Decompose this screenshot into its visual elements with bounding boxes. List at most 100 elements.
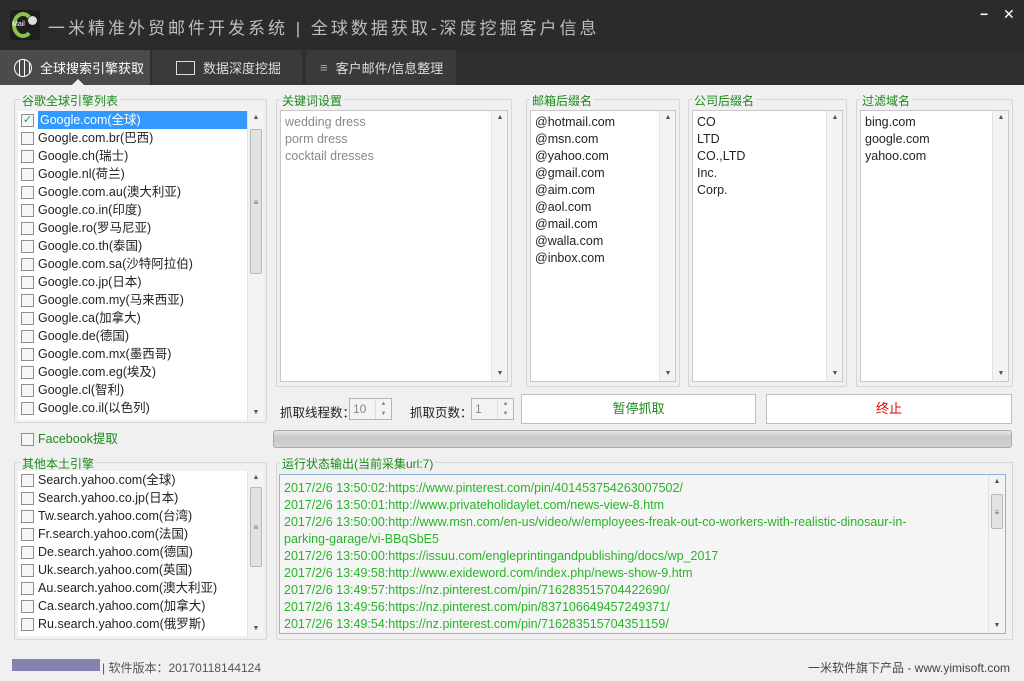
- list-item[interactable]: Ru.search.yahoo.com(俄罗斯): [18, 615, 263, 633]
- checkbox[interactable]: [21, 599, 34, 613]
- list-item[interactable]: @aim.com: [531, 182, 675, 199]
- list-item[interactable]: Tw.search.yahoo.com(台湾): [18, 507, 263, 525]
- tab-global-search[interactable]: 全球搜索引擎获取: [0, 50, 150, 85]
- checkbox[interactable]: [21, 383, 34, 397]
- list-item[interactable]: Uk.search.yahoo.com(英国): [18, 561, 263, 579]
- stop-button[interactable]: 终止: [766, 394, 1012, 424]
- company-suffix-list[interactable]: CO LTD CO.,LTD Inc. Corp. ▲ ▼: [692, 110, 843, 382]
- tab-deep-mining[interactable]: 数据深度挖掘: [152, 50, 302, 85]
- list-item[interactable]: @gmail.com: [531, 165, 675, 182]
- minimize-button[interactable]: −: [980, 6, 988, 22]
- list-item[interactable]: @mail.com: [531, 216, 675, 233]
- list-item[interactable]: @inbox.com: [531, 250, 675, 267]
- checkbox[interactable]: [21, 221, 34, 235]
- list-item[interactable]: Google.co.th(泰国): [18, 237, 263, 255]
- list-item[interactable]: Google.co.jp(日本): [18, 273, 263, 291]
- list-item[interactable]: Inc.: [693, 165, 842, 182]
- checkbox[interactable]: [21, 149, 34, 163]
- checkbox[interactable]: [21, 365, 34, 379]
- checkbox[interactable]: [21, 527, 34, 541]
- list-item[interactable]: bing.com: [861, 114, 1008, 131]
- list-item[interactable]: CO.,LTD: [693, 148, 842, 165]
- list-item-label: Google.com.au(澳大利亚): [38, 185, 182, 199]
- list-item-label: Au.search.yahoo.com(澳大利亚): [38, 581, 218, 595]
- list-item[interactable]: wedding dress: [281, 114, 507, 131]
- list-item[interactable]: Google.co.il(以色列): [18, 399, 263, 417]
- list-item[interactable]: google.com: [861, 131, 1008, 148]
- close-button[interactable]: ✕: [1003, 6, 1015, 23]
- checkbox[interactable]: [21, 167, 34, 181]
- list-item[interactable]: yahoo.com: [861, 148, 1008, 165]
- list-item[interactable]: Google.nl(荷兰): [18, 165, 263, 183]
- list-item[interactable]: Au.search.yahoo.com(澳大利亚): [18, 579, 263, 597]
- list-item[interactable]: @walla.com: [531, 233, 675, 250]
- list-item[interactable]: CO: [693, 114, 842, 131]
- checkbox[interactable]: [21, 293, 34, 307]
- facebook-checkbox[interactable]: Facebook提取: [18, 430, 118, 448]
- list-item[interactable]: Google.de(德国): [18, 327, 263, 345]
- scrollbar[interactable]: ▲ ▼: [659, 111, 675, 381]
- list-item[interactable]: Google.com.au(澳大利亚): [18, 183, 263, 201]
- list-item[interactable]: ✓ Google.com(全球): [18, 111, 263, 129]
- checkbox[interactable]: [21, 311, 34, 325]
- checkbox[interactable]: [21, 581, 34, 595]
- email-suffix-list[interactable]: @hotmail.com @msn.com @yahoo.com @gmail.com…: [530, 110, 676, 382]
- list-item[interactable]: @hotmail.com: [531, 114, 675, 131]
- checkbox[interactable]: [21, 329, 34, 343]
- list-item[interactable]: Google.com.br(巴西): [18, 129, 263, 147]
- checkbox[interactable]: [21, 347, 34, 361]
- list-item[interactable]: porm dress: [281, 131, 507, 148]
- checkbox[interactable]: [21, 185, 34, 199]
- scrollbar[interactable]: ▲ ≡ ▼: [988, 475, 1005, 633]
- checkbox[interactable]: [21, 473, 34, 487]
- list-item[interactable]: @yahoo.com: [531, 148, 675, 165]
- list-item[interactable]: Search.yahoo.co.jp(日本): [18, 489, 263, 507]
- checkbox[interactable]: [21, 617, 34, 631]
- checkbox[interactable]: [21, 203, 34, 217]
- checkbox[interactable]: [21, 131, 34, 145]
- list-item[interactable]: @aol.com: [531, 199, 675, 216]
- scrollbar[interactable]: ▲ ≡ ▼: [247, 111, 263, 420]
- checkbox[interactable]: [21, 509, 34, 523]
- log-output[interactable]: 2017/2/6 13:50:02:https://www.pinterest.…: [279, 474, 1006, 634]
- checkbox[interactable]: [21, 257, 34, 271]
- checkbox[interactable]: [21, 491, 34, 505]
- list-item[interactable]: Google.ro(罗马尼亚): [18, 219, 263, 237]
- log-title: 运行状态输出(当前采集url:7): [280, 455, 436, 472]
- tab-email-organize[interactable]: ≡ 客户邮件/信息整理: [306, 50, 456, 85]
- scrollbar[interactable]: ▲ ▼: [992, 111, 1008, 381]
- list-item-label: Google.nl(荷兰): [38, 167, 125, 181]
- list-item[interactable]: Ca.search.yahoo.com(加拿大): [18, 597, 263, 615]
- list-item[interactable]: Google.com.mx(墨西哥): [18, 345, 263, 363]
- checkbox[interactable]: ✓: [21, 113, 34, 127]
- threads-stepper[interactable]: 10 ▲ ▼: [349, 398, 392, 420]
- checkbox[interactable]: [21, 275, 34, 289]
- list-item[interactable]: Google.cl(智利): [18, 381, 263, 399]
- list-item[interactable]: Fr.search.yahoo.com(法国): [18, 525, 263, 543]
- brand-link[interactable]: 一米软件旗下产品 - www.yimisoft.com: [808, 659, 1010, 676]
- checkbox[interactable]: [21, 432, 34, 446]
- filter-domain-list[interactable]: bing.com google.com yahoo.com ▲ ▼: [860, 110, 1009, 382]
- list-item[interactable]: Google.ch(瑞士): [18, 147, 263, 165]
- scrollbar[interactable]: ▲ ≡ ▼: [247, 471, 263, 636]
- list-item[interactable]: Google.co.in(印度): [18, 201, 263, 219]
- list-item[interactable]: Google.com.my(马来西亚): [18, 291, 263, 309]
- list-item[interactable]: Google.com.sa(沙特阿拉伯): [18, 255, 263, 273]
- list-item[interactable]: LTD: [693, 131, 842, 148]
- list-item[interactable]: @msn.com: [531, 131, 675, 148]
- keywords-list[interactable]: wedding dress porm dress cocktail dresses ▲…: [280, 110, 508, 382]
- list-item[interactable]: Google.ca(加拿大): [18, 309, 263, 327]
- scrollbar[interactable]: ▲ ▼: [826, 111, 842, 381]
- list-item[interactable]: cocktail dresses: [281, 148, 507, 165]
- pause-button[interactable]: 暂停抓取: [521, 394, 756, 424]
- list-item[interactable]: Corp.: [693, 182, 842, 199]
- list-item[interactable]: Google.com.eg(埃及): [18, 363, 263, 381]
- scrollbar[interactable]: ▲ ▼: [491, 111, 507, 381]
- checkbox[interactable]: [21, 563, 34, 577]
- list-item[interactable]: De.search.yahoo.com(德国): [18, 543, 263, 561]
- checkbox[interactable]: [21, 545, 34, 559]
- list-item[interactable]: Search.yahoo.com(全球): [18, 471, 263, 489]
- pages-stepper[interactable]: 1 ▲ ▼: [471, 398, 514, 420]
- checkbox[interactable]: [21, 401, 34, 415]
- checkbox[interactable]: [21, 239, 34, 253]
